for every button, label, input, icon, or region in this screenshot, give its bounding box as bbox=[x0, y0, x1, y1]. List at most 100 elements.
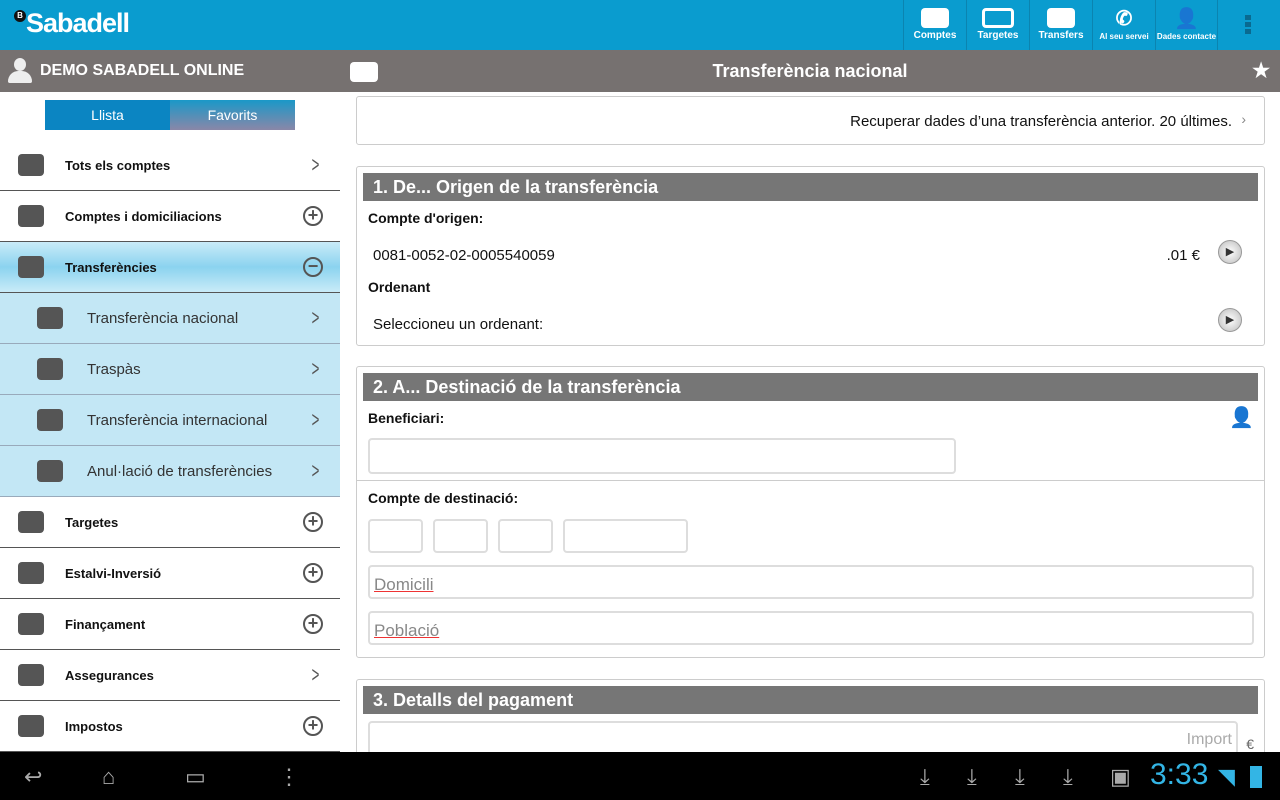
poblacio-input[interactable]: Població bbox=[368, 611, 1254, 645]
briefcase-icon bbox=[921, 8, 949, 28]
sidebar-item[interactable]: Finançament + bbox=[0, 599, 340, 650]
chevron-right-icon[interactable]: > bbox=[312, 662, 320, 688]
plus-icon[interactable]: + bbox=[303, 512, 323, 532]
page-title: Transferència nacional bbox=[712, 61, 908, 81]
menu-item-icon bbox=[37, 358, 63, 380]
overflow-menu-icon[interactable] bbox=[1245, 15, 1251, 36]
card-icon bbox=[982, 8, 1014, 28]
menu-item-icon bbox=[18, 664, 44, 686]
plus-icon[interactable]: + bbox=[303, 716, 323, 736]
menu-item-icon bbox=[18, 154, 44, 176]
sidebar-item-label: Transferència nacional bbox=[87, 309, 239, 327]
plus-icon[interactable]: + bbox=[303, 563, 323, 583]
sidebar-menu: Tots els comptes > Comptes i domiciliacion… bbox=[0, 140, 340, 752]
chevron-right-icon[interactable]: > bbox=[312, 458, 320, 484]
app-bar: B Sabadell Comptes Targetes Transfers ✆ Al… bbox=[0, 0, 1280, 50]
sidebar-item-label: Transferències bbox=[65, 259, 157, 275]
download-icon: ⤓ bbox=[920, 764, 930, 789]
sidebar-item[interactable]: Assegurances > bbox=[0, 650, 340, 701]
star-icon[interactable]: ★ bbox=[1252, 50, 1270, 92]
transfer-icon bbox=[1047, 8, 1075, 28]
menu-item-icon bbox=[18, 613, 44, 635]
sidebar-item-label: Anul·lació de transferències bbox=[87, 462, 273, 480]
menu-item-icon bbox=[18, 205, 44, 227]
toolbar-targetes[interactable]: Targetes bbox=[966, 0, 1029, 50]
plus-icon[interactable]: + bbox=[303, 206, 323, 226]
import-input[interactable]: Import bbox=[368, 721, 1238, 755]
menu-item-icon bbox=[18, 562, 44, 584]
sidebar-item-label: Traspàs bbox=[87, 360, 141, 378]
menu-item-icon bbox=[18, 715, 44, 737]
tab-llista[interactable]: Llista bbox=[45, 100, 170, 130]
chevron-right-icon[interactable]: > bbox=[312, 356, 320, 382]
clock: 3:33 bbox=[1150, 758, 1209, 791]
iban-office-input[interactable] bbox=[433, 519, 488, 553]
select-account-button[interactable]: ▶ bbox=[1218, 240, 1242, 264]
chevron-right-icon[interactable]: > bbox=[312, 407, 320, 433]
recover-previous-button[interactable]: Recuperar dades d’una transferència ante… bbox=[356, 96, 1265, 145]
section-destination: 2. A... Destinació de la transferència B… bbox=[356, 366, 1265, 658]
sidebar-item-label: Finançament bbox=[65, 616, 146, 632]
sidebar-item-label: Assegurances bbox=[65, 667, 154, 683]
sidebar-item-label: Tots els comptes bbox=[65, 157, 171, 173]
sidebar-item[interactable]: Tots els comptes > bbox=[0, 140, 340, 191]
toolbar-transfers[interactable]: Transfers bbox=[1029, 0, 1092, 50]
person-icon: 👤 bbox=[1174, 8, 1199, 30]
section-payment: 3. Detalls del pagament Import € bbox=[356, 679, 1265, 759]
play-store-icon: ▣ bbox=[1110, 764, 1131, 789]
section-origin: 1. De... Origen de la transferència Comp… bbox=[356, 166, 1265, 346]
battery-icon bbox=[1250, 766, 1262, 788]
iban-dc-input[interactable] bbox=[498, 519, 553, 553]
back-icon[interactable]: ↩ bbox=[24, 764, 42, 790]
phone-icon: ✆ bbox=[1115, 8, 1133, 30]
transfer-icon bbox=[350, 62, 378, 82]
sidebar-item[interactable]: Impostos + bbox=[0, 701, 340, 752]
sidebar-item[interactable]: Targetes + bbox=[0, 497, 340, 548]
iban-entity-input[interactable] bbox=[368, 519, 423, 553]
section-title: 1. De... Origen de la transferència bbox=[363, 173, 1258, 201]
add-contact-icon[interactable]: 👤 bbox=[1229, 405, 1254, 430]
user-header: DEMO SABADELL ONLINE bbox=[0, 50, 340, 92]
menu-item-icon bbox=[37, 409, 63, 431]
sidebar-item[interactable]: Comptes i domiciliacions + bbox=[0, 191, 340, 242]
select-ordenant-button[interactable]: ▶ bbox=[1218, 308, 1242, 332]
sidebar-tabs: Llista Favorits bbox=[45, 100, 295, 130]
page-header: Transferència nacional ★ bbox=[340, 50, 1280, 92]
iban-account-input[interactable] bbox=[563, 519, 688, 553]
chevron-right-icon[interactable]: > bbox=[312, 305, 320, 331]
sidebar-item[interactable]: Traspàs > bbox=[0, 344, 340, 395]
account-balance: .01 € bbox=[1166, 247, 1200, 264]
tab-favorits[interactable]: Favorits bbox=[170, 100, 295, 130]
sidebar-item-label: Comptes i domiciliacions bbox=[65, 208, 222, 224]
sidebar-item-label: Transferència internacional bbox=[87, 411, 268, 429]
user-icon bbox=[8, 58, 32, 84]
download-icon: ⤓ bbox=[1063, 764, 1073, 789]
sidebar-item[interactable]: Estalvi-Inversió + bbox=[0, 548, 340, 599]
toolbar-dades-contacte[interactable]: 👤 Dades contacte bbox=[1155, 0, 1218, 50]
menu-icon[interactable]: ⋮ bbox=[278, 764, 300, 790]
sidebar-item-label: Estalvi-Inversió bbox=[65, 565, 162, 581]
menu-item-icon bbox=[18, 511, 44, 533]
chevron-right-icon[interactable]: > bbox=[312, 152, 320, 178]
menu-item-icon bbox=[37, 307, 63, 329]
download-icon: ⤓ bbox=[1015, 764, 1025, 789]
origin-account: 0081-0052-02-0005540059 bbox=[373, 247, 555, 264]
system-nav-bar: ↩ ⌂ ▭ ⋮ ⤓ ⤓ ⤓ ⤓ ▣ 3:33 ◥ bbox=[0, 752, 1280, 800]
chevron-right-icon: › bbox=[1241, 111, 1246, 127]
toolbar-al-seu-servei[interactable]: ✆ Al seu servei bbox=[1092, 0, 1155, 50]
recent-apps-icon[interactable]: ▭ bbox=[185, 764, 206, 790]
beneficiari-input[interactable] bbox=[368, 438, 956, 474]
minus-icon[interactable]: − bbox=[303, 257, 323, 277]
sidebar-item[interactable]: Anul·lació de transferències > bbox=[0, 446, 340, 497]
sidebar-item[interactable]: Transferència nacional > bbox=[0, 293, 340, 344]
sidebar-item-label: Targetes bbox=[65, 514, 119, 530]
sidebar-item[interactable]: Transferències − bbox=[0, 242, 340, 293]
sidebar-item[interactable]: Transferència internacional > bbox=[0, 395, 340, 446]
download-icon: ⤓ bbox=[967, 764, 977, 789]
toolbar-comptes[interactable]: Comptes bbox=[903, 0, 966, 50]
sabadell-logo[interactable]: B Sabadell bbox=[14, 8, 130, 39]
menu-item-icon bbox=[18, 256, 44, 278]
home-icon[interactable]: ⌂ bbox=[102, 764, 115, 790]
plus-icon[interactable]: + bbox=[303, 614, 323, 634]
domicili-input[interactable]: Domicili bbox=[368, 565, 1254, 599]
